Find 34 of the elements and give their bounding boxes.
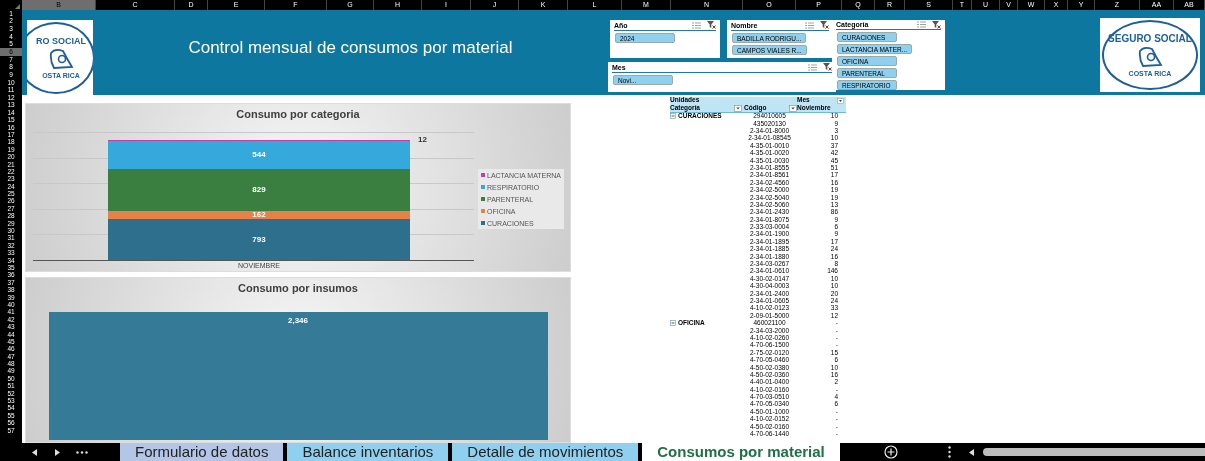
scrollbar-thumb[interactable]: [982, 448, 1205, 456]
logo-text: RO SOCIAL: [35, 36, 86, 46]
sheet-tab[interactable]: Detalle de movimientos: [452, 443, 639, 461]
next-sheet-icon[interactable]: [54, 448, 60, 456]
dropdown-icon[interactable]: [789, 104, 797, 112]
add-sheet-icon[interactable]: [883, 445, 898, 459]
more-options-icon[interactable]: [947, 446, 951, 458]
sheet-tab[interactable]: Formulario de datos: [120, 443, 284, 461]
figure-drawing: [1136, 44, 1164, 69]
clear-filter-icon[interactable]: [932, 20, 941, 29]
chart-title: Consumo por insumos: [237, 281, 359, 296]
data-label: 2,346: [288, 316, 308, 325]
dropdown-icon[interactable]: [734, 104, 742, 112]
previous-sheet-icon[interactable]: [32, 448, 38, 456]
data-label: 793: [252, 235, 266, 244]
sheet-tab[interactable]: Consumos por material: [642, 443, 840, 461]
multi-select-icon[interactable]: [917, 21, 926, 28]
data-label: 829: [252, 185, 266, 194]
multi-select-icon[interactable]: [805, 21, 814, 29]
filter-icon[interactable]: [837, 97, 844, 104]
multi-select-icon[interactable]: [808, 63, 817, 71]
multi-select-icon[interactable]: [692, 21, 701, 29]
clear-filter-icon[interactable]: [707, 21, 716, 29]
data-label: 12: [418, 136, 427, 145]
clear-filter-icon[interactable]: [823, 63, 832, 71]
clear-filter-icon[interactable]: [820, 21, 829, 29]
sheet-tab[interactable]: Balance inventarios: [287, 443, 449, 461]
data-label: 162: [252, 211, 266, 220]
page-title: Control mensual de consumos por material: [188, 38, 513, 57]
figure-drawing: [47, 46, 75, 71]
data-label: 544: [252, 150, 266, 159]
chart-title: Consumo por categoria: [235, 107, 361, 122]
more-icon[interactable]: [76, 450, 88, 454]
scroll-left-icon[interactable]: [968, 448, 975, 456]
